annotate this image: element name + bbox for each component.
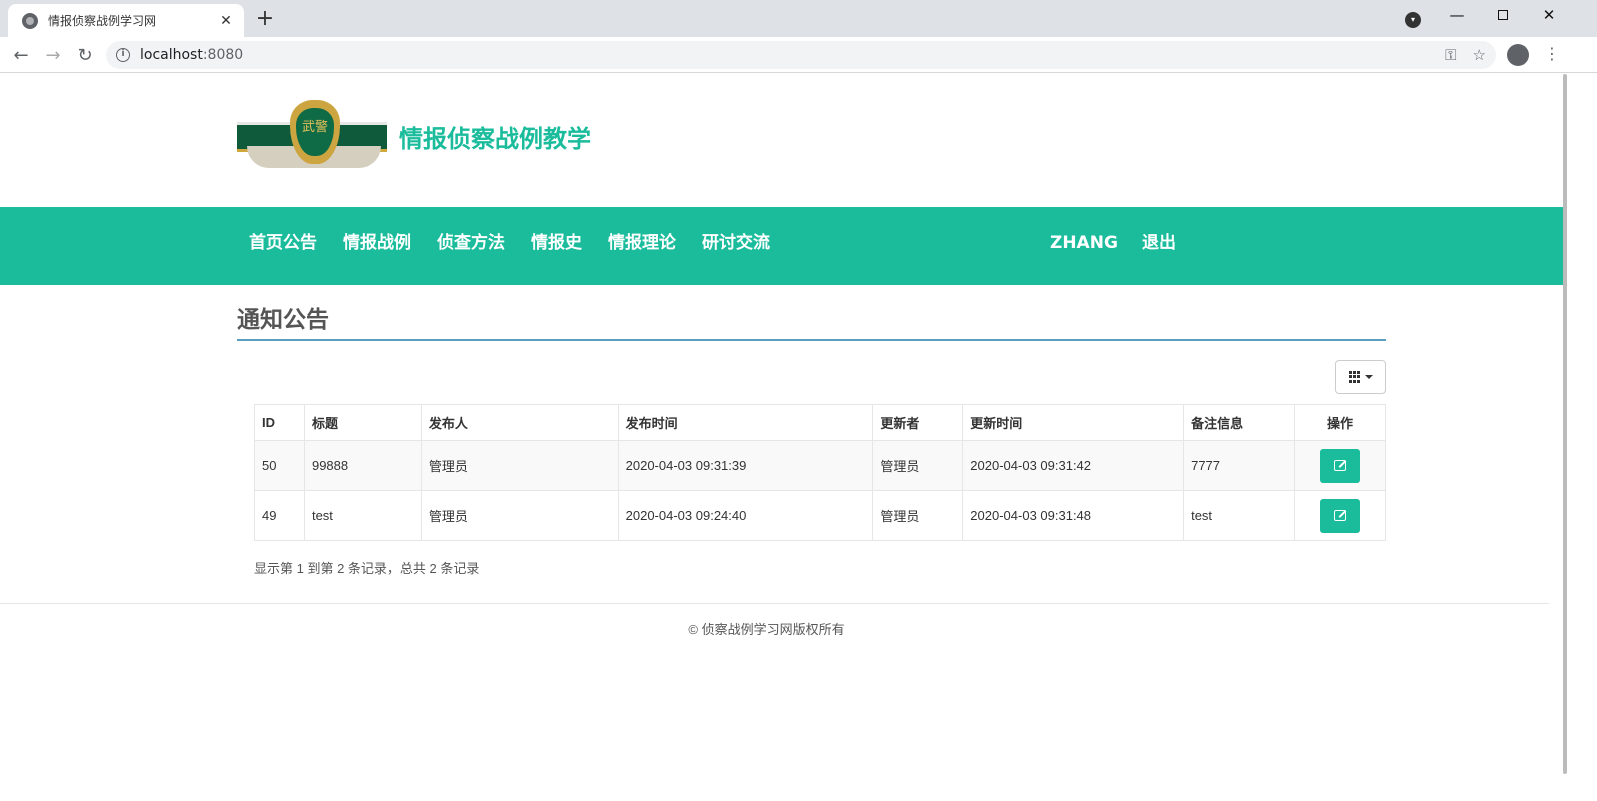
cell-updater: 管理员 bbox=[872, 490, 964, 541]
tab-title: 情报侦察战例学习网 bbox=[48, 14, 157, 28]
column-header[interactable]: 更新者 bbox=[872, 404, 964, 441]
title-divider bbox=[237, 339, 1386, 341]
reload-icon[interactable]: ↻ bbox=[72, 42, 98, 68]
column-header[interactable]: 更新时间 bbox=[962, 404, 1185, 441]
table-row: 49 test 管理员 2020-04-03 09:24:40 管理员 2020… bbox=[254, 490, 1386, 541]
browser-tab[interactable]: 情报侦察战例学习网 ✕ bbox=[8, 4, 244, 37]
browser-toolbar: ← → ↻ i localhost:8080 ⚿ ☆ ⋮ bbox=[0, 37, 1597, 73]
cell-id: 50 bbox=[254, 440, 305, 491]
nav-item-cases[interactable]: 情报战例 bbox=[343, 231, 411, 255]
cell-actions bbox=[1294, 490, 1386, 541]
cell-title: test bbox=[303, 490, 422, 541]
cell-remark: test bbox=[1183, 490, 1295, 541]
back-arrow-icon[interactable]: ← bbox=[8, 42, 34, 68]
column-toggle-button[interactable] bbox=[1335, 360, 1386, 394]
column-header: 操作 bbox=[1294, 404, 1386, 441]
nav-item-discussion[interactable]: 研讨交流 bbox=[702, 231, 770, 255]
edit-button[interactable] bbox=[1320, 448, 1360, 483]
site-header: 武警 情报侦察战例教学 bbox=[237, 96, 591, 176]
cell-updater: 管理员 bbox=[872, 440, 964, 491]
grid-icon bbox=[1348, 371, 1361, 383]
notice-table: ID 标题 发布人 发布时间 更新者 更新时间 备注信息 操作 50 99888… bbox=[254, 404, 1386, 541]
cell-publisher: 管理员 bbox=[420, 440, 619, 491]
column-header[interactable]: 发布人 bbox=[420, 404, 619, 441]
cell-update-time: 2020-04-03 09:31:48 bbox=[962, 490, 1185, 541]
site-title: 情报侦察战例教学 bbox=[399, 124, 591, 153]
cell-update-time: 2020-04-03 09:31:42 bbox=[962, 440, 1185, 491]
nav-item-history[interactable]: 情报史 bbox=[531, 231, 582, 255]
cell-actions bbox=[1294, 440, 1386, 491]
cell-remark: 7777 bbox=[1183, 440, 1295, 491]
nav-item-home-notice[interactable]: 首页公告 bbox=[249, 231, 317, 255]
table-row: 50 99888 管理员 2020-04-03 09:31:39 管理员 202… bbox=[254, 440, 1386, 491]
footer-copyright: © 侦察战例学习网版权所有 bbox=[688, 622, 845, 637]
edit-icon bbox=[1334, 459, 1346, 471]
globe-icon bbox=[22, 12, 38, 29]
new-tab-button[interactable]: + bbox=[254, 8, 276, 30]
column-header[interactable]: 发布时间 bbox=[617, 404, 874, 441]
tab-search-icon[interactable]: ▾ bbox=[1405, 12, 1421, 28]
nav-item-theory[interactable]: 情报理论 bbox=[608, 231, 676, 255]
footer-divider bbox=[0, 603, 1549, 604]
page: 武警 情报侦察战例教学 首页公告 情报战例 侦查方法 情报史 情报理论 研讨交流… bbox=[0, 74, 1563, 801]
more-menu-icon[interactable]: ⋮ bbox=[1544, 44, 1560, 63]
table-header-row: ID 标题 发布人 发布时间 更新者 更新时间 备注信息 操作 bbox=[254, 404, 1386, 441]
nav-user-name[interactable]: ZHANG bbox=[1050, 231, 1118, 255]
edit-button[interactable] bbox=[1320, 498, 1360, 533]
column-header[interactable]: ID bbox=[254, 404, 305, 441]
cell-publisher: 管理员 bbox=[420, 490, 619, 541]
pagination-info: 显示第 1 到第 2 条记录，总共 2 条记录 bbox=[254, 561, 480, 576]
profile-avatar-icon[interactable] bbox=[1507, 44, 1529, 66]
url-host: localhost bbox=[140, 47, 203, 63]
cell-id: 49 bbox=[254, 490, 305, 541]
tab-close-icon[interactable]: ✕ bbox=[218, 13, 234, 29]
window-maximize-button[interactable] bbox=[1480, 0, 1526, 30]
cell-title: 99888 bbox=[303, 440, 422, 491]
cell-publish-time: 2020-04-03 09:24:40 bbox=[617, 490, 874, 541]
browser-tabstrip: 情报侦察战例学习网 ✕ + ▾ — ✕ bbox=[0, 0, 1597, 37]
police-emblem-logo: 武警 bbox=[237, 96, 391, 176]
maximize-icon bbox=[1498, 10, 1508, 20]
address-bar[interactable]: i localhost:8080 ⚿ ☆ bbox=[106, 41, 1496, 69]
column-header[interactable]: 标题 bbox=[303, 404, 422, 441]
window-close-button[interactable]: ✕ bbox=[1526, 0, 1572, 30]
page-scrollbar[interactable] bbox=[1563, 74, 1567, 774]
forward-arrow-icon[interactable]: → bbox=[40, 42, 66, 68]
info-icon[interactable]: i bbox=[116, 48, 130, 62]
star-icon[interactable]: ☆ bbox=[1473, 46, 1486, 64]
main-navbar: 首页公告 情报战例 侦查方法 情报史 情报理论 研讨交流 ZHANG 退出 bbox=[0, 207, 1563, 285]
nav-item-methods[interactable]: 侦查方法 bbox=[437, 231, 505, 255]
window-minimize-button[interactable]: — bbox=[1434, 0, 1480, 30]
cell-publish-time: 2020-04-03 09:31:39 bbox=[617, 440, 874, 491]
page-title: 通知公告 bbox=[237, 307, 329, 333]
url-port: :8080 bbox=[202, 47, 244, 63]
key-icon[interactable]: ⚿ bbox=[1445, 46, 1456, 64]
column-header[interactable]: 备注信息 bbox=[1183, 404, 1295, 441]
edit-icon bbox=[1334, 509, 1346, 521]
caret-down-icon bbox=[1364, 375, 1373, 379]
logout-link[interactable]: 退出 bbox=[1142, 231, 1176, 255]
